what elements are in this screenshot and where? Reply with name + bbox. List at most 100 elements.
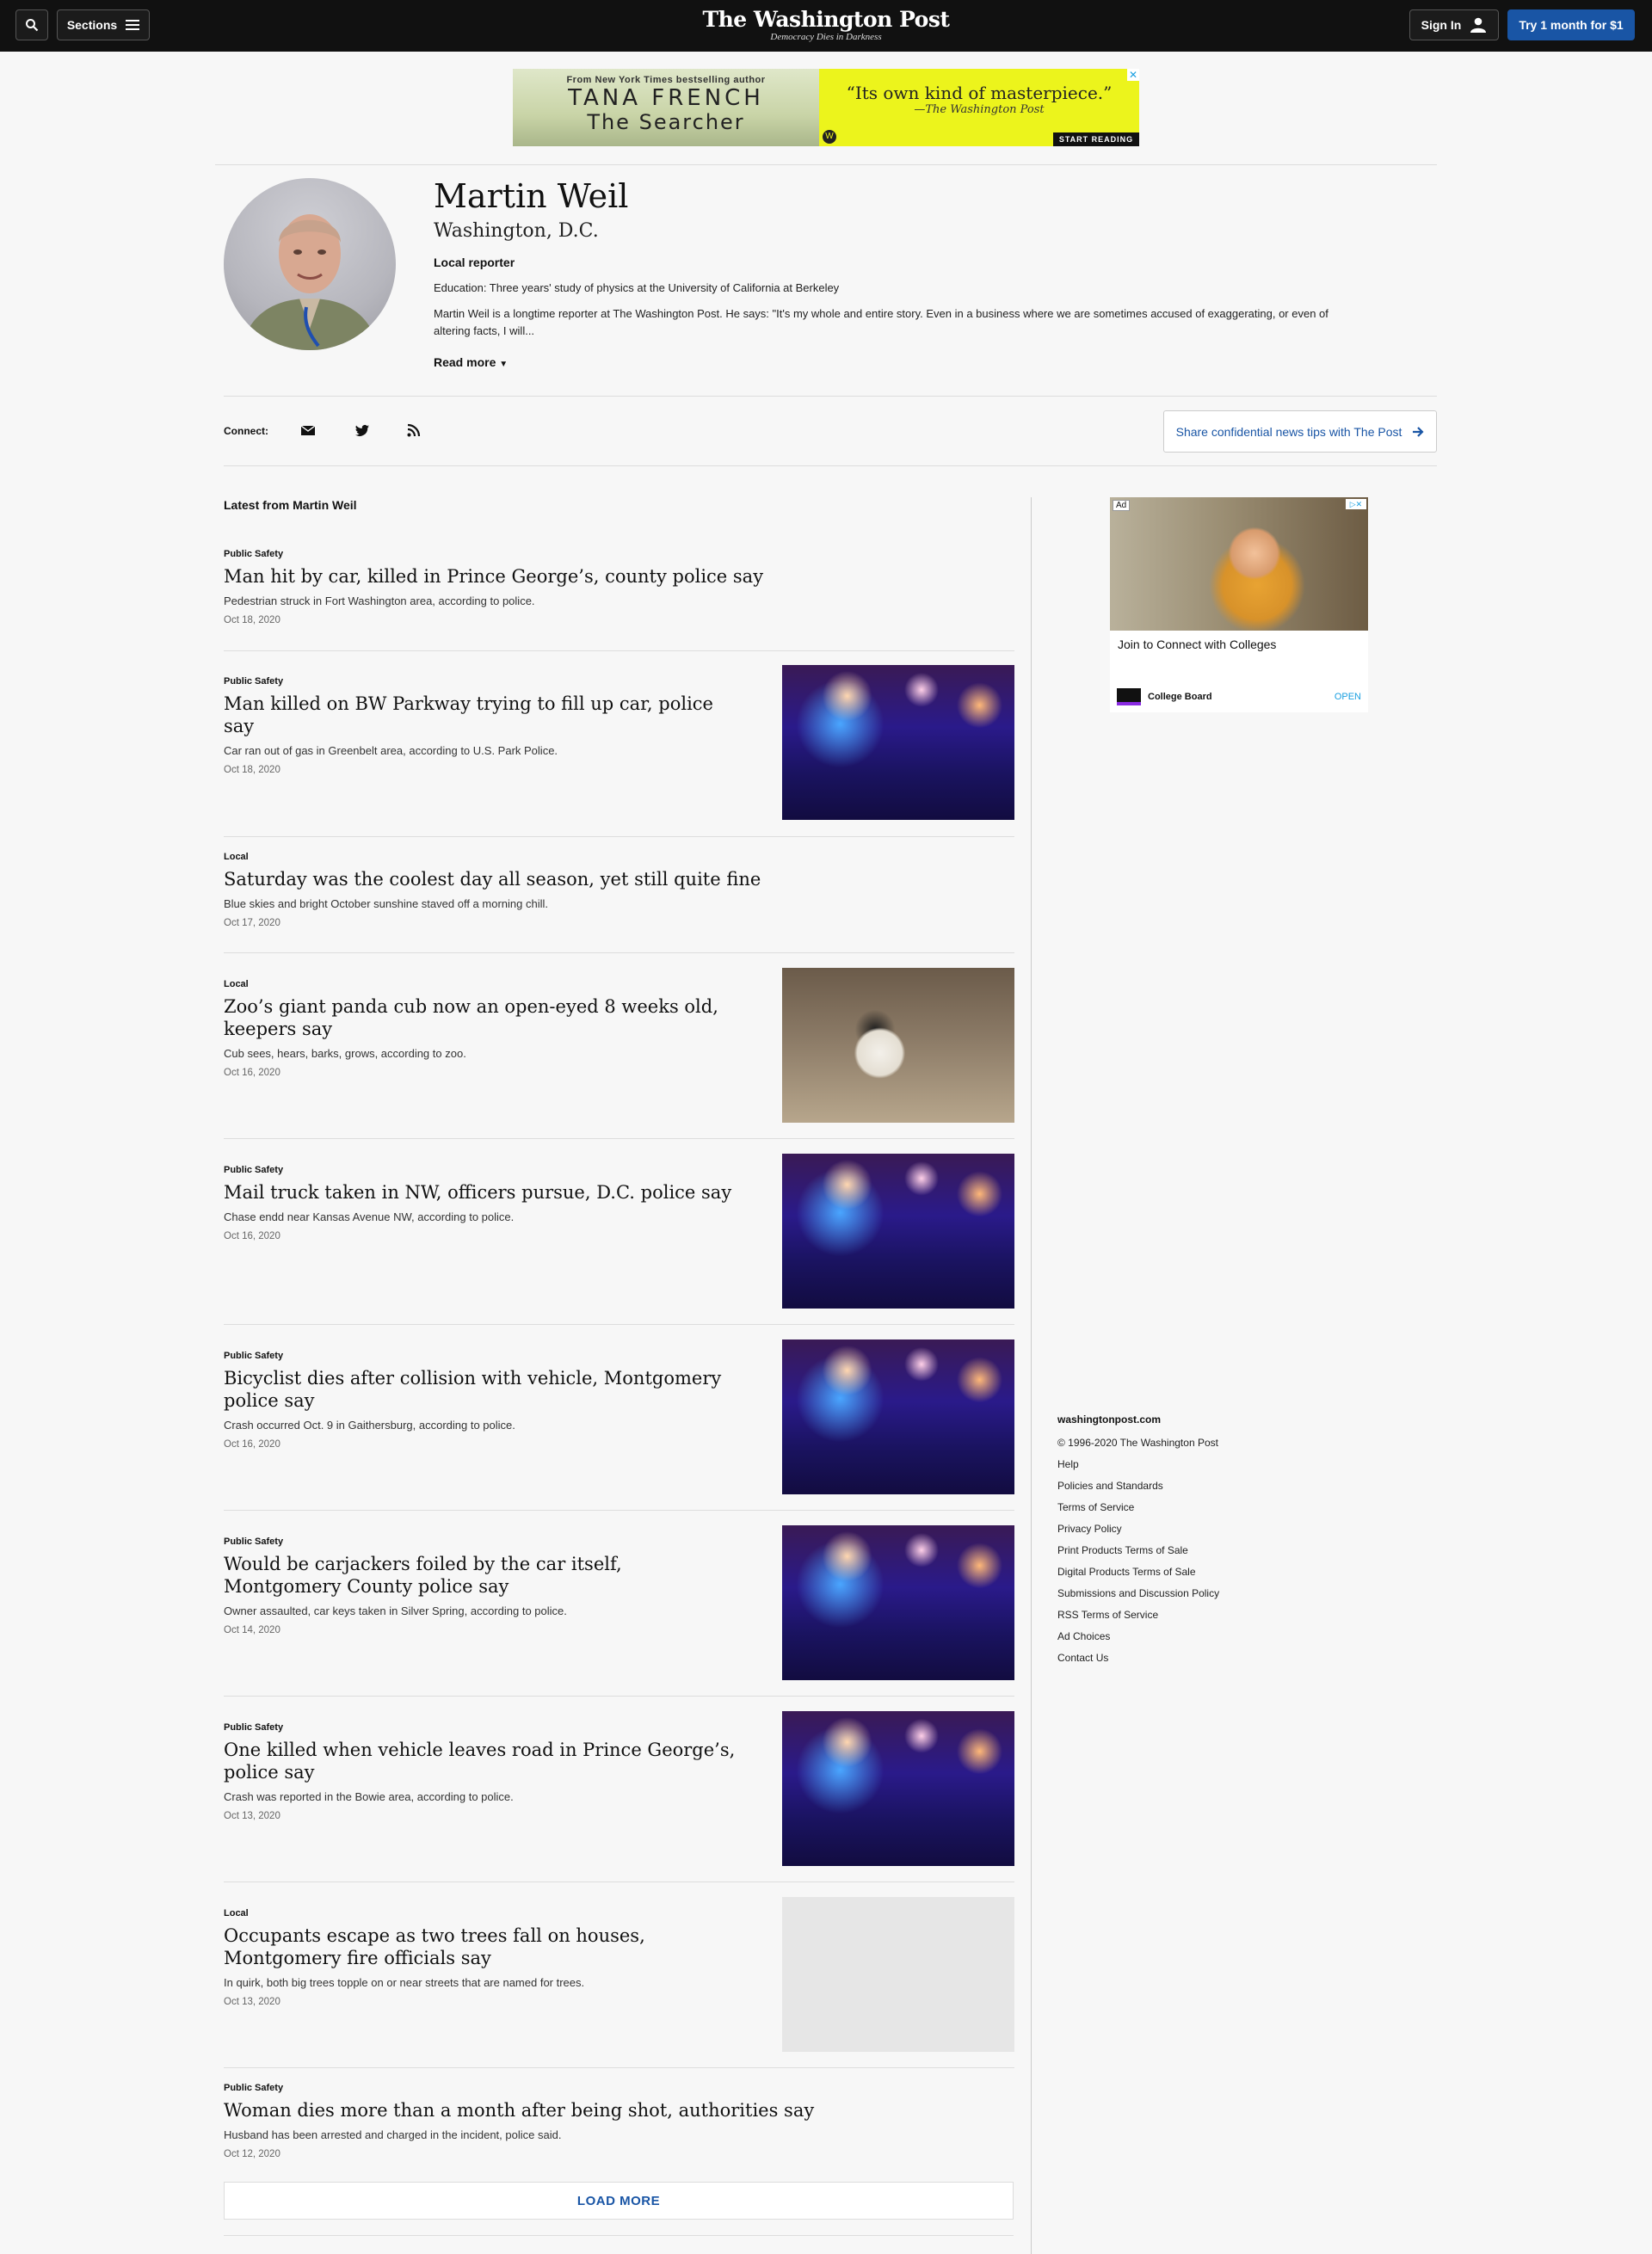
story-thumbnail[interactable] (782, 1897, 1014, 2052)
sign-in-label: Sign In (1421, 18, 1462, 32)
arrow-right-icon (1413, 426, 1424, 437)
connect-label: Connect: (224, 425, 268, 437)
ad-attribution: —The Washington Post (914, 103, 1045, 116)
load-more-button[interactable]: LOAD MORE (224, 2182, 1014, 2220)
story-date: Oct 17, 2020 (224, 918, 280, 928)
sections-label: Sections (66, 18, 118, 32)
sidebar-ad[interactable]: Ad ▷✕ Join to Connect with Colleges Coll… (1110, 497, 1368, 712)
divider (224, 396, 1437, 397)
ad-book-panel: From New York Times bestselling author T… (513, 69, 819, 146)
story-divider (224, 1324, 1014, 1325)
author-bio: Martin Weil is a longtime reporter at Th… (434, 307, 1328, 337)
footer-link-print-terms[interactable]: Print Products Terms of Sale (1057, 1540, 1316, 1561)
feed-title: Latest from Martin Weil (224, 498, 357, 512)
author-portrait-icon (241, 214, 379, 350)
ad-footer: College Board OPEN (1117, 688, 1361, 705)
ad-headline[interactable]: Join to Connect with Colleges (1110, 631, 1368, 658)
read-more-button[interactable]: Read more ▼ (434, 355, 508, 369)
story-blurb: Blue skies and bright October sunshine s… (224, 897, 548, 910)
story-thumbnail[interactable] (782, 968, 1014, 1123)
rss-icon[interactable] (406, 422, 422, 438)
story-headline[interactable]: Would be carjackers foiled by the car it… (224, 1553, 740, 1598)
read-more-label: Read more (434, 355, 496, 369)
footer-site-name: washingtonpost.com (1057, 1413, 1161, 1426)
logo-title: The Washington Post (702, 7, 950, 32)
story-kicker[interactable]: Public Safety (224, 549, 1014, 559)
ad-advertiser: College Board (1148, 692, 1212, 702)
share-news-tips-button[interactable]: Share confidential news tips with The Po… (1163, 410, 1437, 453)
story-item[interactable]: Public Safety Man hit by car, killed in … (224, 549, 1014, 625)
footer-link-digital-terms[interactable]: Digital Products Terms of Sale (1057, 1561, 1316, 1583)
story-divider (224, 1510, 1014, 1511)
ad-image: Ad ▷✕ (1110, 497, 1368, 631)
story-thumbnail[interactable] (782, 1339, 1014, 1494)
college-board-logo-icon (1117, 688, 1141, 705)
footer-link-rss-terms[interactable]: RSS Terms of Service (1057, 1604, 1316, 1626)
sections-menu-button[interactable]: Sections (57, 9, 150, 40)
ad-quote: “Its own kind of masterpiece.” (846, 83, 1113, 103)
ad-choices-icon[interactable]: ▷✕ (1346, 499, 1366, 509)
top-banner-ad[interactable]: From New York Times bestselling author T… (513, 69, 1139, 146)
top-navigation-bar: Sections The Washington Post Democracy D… (0, 0, 1652, 52)
story-item[interactable]: Public Safety Woman dies more than a mon… (224, 2083, 1014, 2159)
story-headline[interactable]: Man hit by car, killed in Prince George’… (224, 565, 826, 588)
story-headline[interactable]: Zoo’s giant panda cub now an open-eyed 8… (224, 995, 740, 1040)
twitter-icon[interactable] (354, 422, 370, 438)
ad-close-icon[interactable]: ✕ (1127, 69, 1139, 81)
ad-label: Ad (1113, 500, 1131, 511)
story-divider (224, 836, 1014, 837)
author-name: Martin Weil (434, 177, 629, 215)
email-icon[interactable] (300, 422, 316, 438)
story-headline[interactable]: Bicyclist dies after collision with vehi… (224, 1367, 740, 1412)
column-divider (1031, 497, 1032, 2254)
footer-link-contact[interactable]: Contact Us (1057, 1647, 1316, 1669)
footer-link-help[interactable]: Help (1057, 1454, 1316, 1475)
story-date: Oct 12, 2020 (224, 2149, 280, 2159)
sign-in-button[interactable]: Sign In (1409, 9, 1499, 40)
footer-link-policies[interactable]: Policies and Standards (1057, 1475, 1316, 1497)
story-headline[interactable]: Woman dies more than a month after being… (224, 2099, 826, 2122)
story-headline[interactable]: Mail truck taken in NW, officers pursue,… (224, 1181, 740, 1204)
footer-link-privacy[interactable]: Privacy Policy (1057, 1518, 1316, 1540)
story-kicker[interactable]: Local (224, 852, 1014, 862)
ad-author-name: TANA FRENCH (568, 85, 764, 111)
story-thumbnail[interactable] (782, 1525, 1014, 1680)
site-logo[interactable]: The Washington Post Democracy Dies in Da… (654, 7, 998, 43)
footer-link-ad-choices[interactable]: Ad Choices (1057, 1626, 1316, 1647)
caret-down-icon: ▼ (499, 360, 509, 369)
footer-copyright: © 1996-2020 The Washington Post (1057, 1437, 1218, 1449)
hamburger-icon (126, 20, 140, 30)
story-thumbnail[interactable] (782, 1154, 1014, 1309)
logo-tagline: Democracy Dies in Darkness (770, 32, 882, 42)
story-item[interactable]: Local Saturday was the coolest day all s… (224, 852, 1014, 928)
author-location: Washington, D.C. (434, 220, 599, 242)
subscribe-button[interactable]: Try 1 month for $1 (1507, 9, 1635, 40)
story-date: Oct 18, 2020 (224, 615, 280, 625)
story-divider (224, 1881, 1014, 1882)
author-education: Education: Three years' study of physics… (434, 281, 840, 294)
story-headline[interactable]: One killed when vehicle leaves road in P… (224, 1739, 740, 1783)
story-divider (224, 650, 1014, 651)
story-kicker[interactable]: Public Safety (224, 2083, 1014, 2093)
footer-link-submissions[interactable]: Submissions and Discussion Policy (1057, 1583, 1316, 1604)
author-role: Local reporter (434, 256, 515, 269)
ad-from-line: From New York Times bestselling author (566, 75, 766, 85)
story-divider (224, 1696, 1014, 1697)
story-headline[interactable]: Man killed on BW Parkway trying to fill … (224, 693, 740, 737)
ad-open-button[interactable]: OPEN (1335, 692, 1361, 702)
story-thumbnail[interactable] (782, 1711, 1014, 1866)
search-icon (26, 19, 39, 32)
story-blurb: Pedestrian struck in Fort Washington are… (224, 594, 535, 607)
divider (224, 2235, 1014, 2236)
divider (224, 465, 1437, 466)
story-divider (224, 1138, 1014, 1139)
story-headline[interactable]: Occupants escape as two trees fall on ho… (224, 1925, 740, 1969)
site-footer: washingtonpost.com © 1996-2020 The Washi… (1057, 1413, 1316, 1669)
ad-cta-button[interactable]: START READING (1053, 132, 1139, 146)
footer-link-terms[interactable]: Terms of Service (1057, 1497, 1316, 1518)
story-thumbnail[interactable] (782, 665, 1014, 820)
ad-quote-panel: “Its own kind of masterpiece.” —The Wash… (819, 69, 1139, 146)
story-headline[interactable]: Saturday was the coolest day all season,… (224, 868, 826, 890)
search-button[interactable] (15, 9, 48, 40)
user-icon (1470, 17, 1487, 33)
